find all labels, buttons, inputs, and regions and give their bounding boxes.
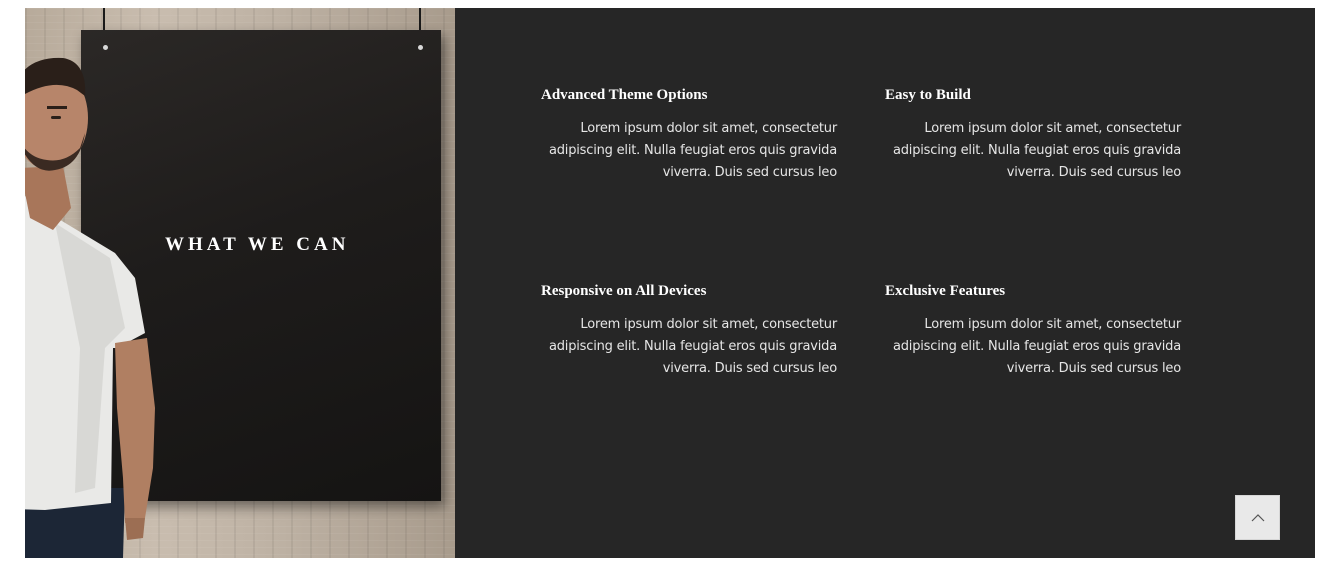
hero-image-panel: WHAT WE CAN (25, 8, 455, 558)
feature-title: Advanced Theme Options (541, 87, 708, 103)
features-section: WHAT WE CAN Advanced Theme Options Lorem… (25, 8, 1315, 558)
feature-description: Lorem ipsum dolor sit amet, consectetur … (548, 317, 837, 376)
back-to-top-button[interactable] (1235, 495, 1280, 540)
board-pin (418, 45, 423, 50)
model-person-image (25, 57, 155, 558)
section-heading: WHAT WE CAN (165, 234, 350, 255)
feature-item: Exclusive Features Lorem ipsum dolor sit… (885, 282, 1181, 380)
feature-title: Responsive on All Devices (541, 283, 707, 299)
features-panel: Advanced Theme Options Lorem ipsum dolor… (455, 8, 1315, 558)
chevron-up-icon (1251, 513, 1264, 521)
feature-item: Responsive on All Devices Lorem ipsum do… (541, 282, 837, 380)
feature-description: Lorem ipsum dolor sit amet, consectetur … (548, 121, 837, 180)
feature-description: Lorem ipsum dolor sit amet, consectetur … (892, 121, 1181, 180)
feature-title: Exclusive Features (885, 283, 1006, 299)
feature-item: Advanced Theme Options Lorem ipsum dolor… (541, 86, 837, 184)
feature-description: Lorem ipsum dolor sit amet, consectetur … (892, 317, 1181, 376)
feature-item: Easy to Build Lorem ipsum dolor sit amet… (885, 86, 1181, 184)
feature-title: Easy to Build (885, 87, 971, 103)
